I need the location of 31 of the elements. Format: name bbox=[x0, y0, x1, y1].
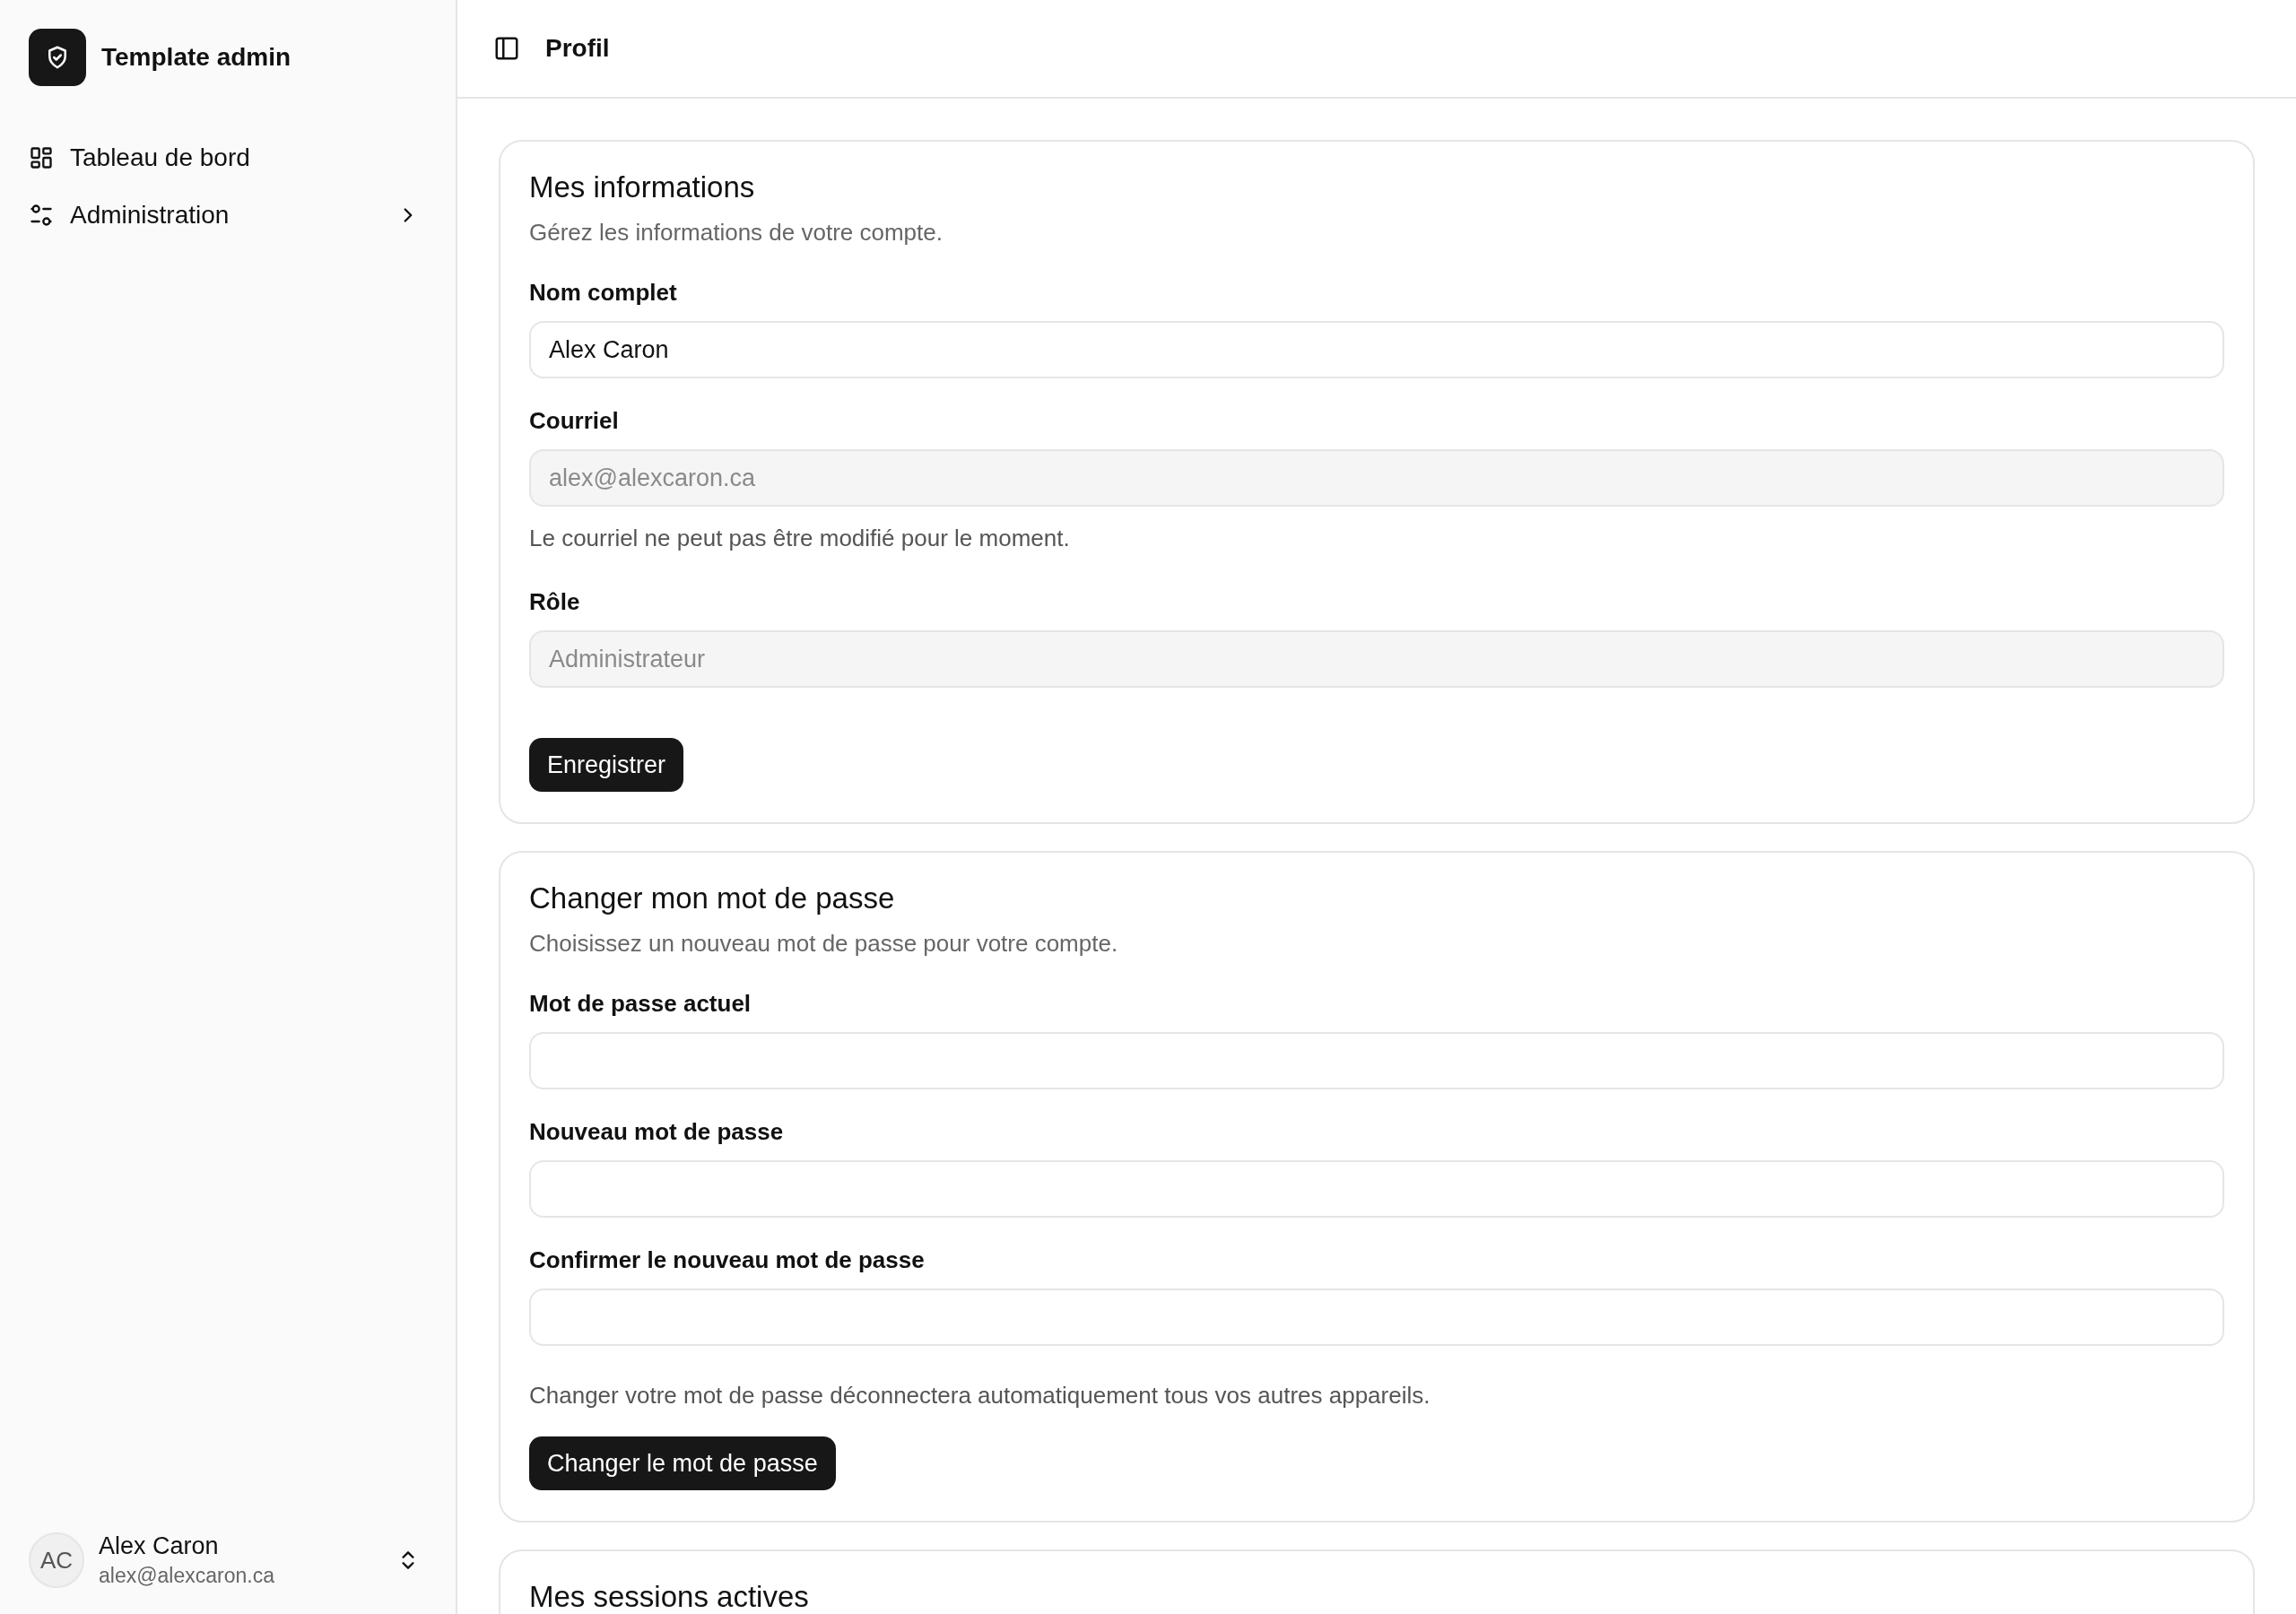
page-title: Profil bbox=[545, 34, 610, 63]
field-label: Nouveau mot de passe bbox=[529, 1118, 785, 1146]
input-field[interactable] bbox=[529, 1160, 2224, 1218]
input-field[interactable] bbox=[529, 1032, 2224, 1089]
field-label: Courriel bbox=[529, 407, 620, 435]
submit-button[interactable]: Changer le mot de passe bbox=[529, 1436, 836, 1490]
submit-button[interactable]: Enregistrer bbox=[529, 738, 684, 792]
shield-check-icon bbox=[29, 29, 86, 86]
help-text: Le courriel ne peut pas être modifié pour le moment. bbox=[529, 525, 1071, 552]
field-label: Rôle bbox=[529, 588, 581, 616]
card-title: Mes sessions actives bbox=[529, 1580, 810, 1614]
card-description: Choisissez un nouveau mot de passe pour votre compte. bbox=[529, 930, 1119, 958]
app-name: Template admin bbox=[101, 43, 291, 72]
input-field[interactable]: Alex Caron bbox=[529, 321, 2224, 378]
field-label: Mot de passe actuel bbox=[529, 990, 752, 1018]
user-email: alex@alexcaron.ca bbox=[99, 1564, 275, 1588]
user-name: Alex Caron bbox=[99, 1532, 220, 1560]
card-title: Mes informations bbox=[529, 170, 756, 204]
sidebar-toggle-icon[interactable] bbox=[493, 35, 520, 62]
field-label: Nom complet bbox=[529, 279, 678, 307]
nav-item[interactable]: Administration bbox=[29, 190, 427, 240]
field-label: Confirmer le nouveau mot de passe bbox=[529, 1246, 926, 1274]
user-menu[interactable]: AC Alex Caron alex@alexcaron.ca bbox=[29, 1523, 427, 1598]
card-description: Gérez les informations de votre compte. bbox=[529, 219, 944, 247]
sliders-icon bbox=[29, 203, 54, 228]
help-text: Changer votre mot de passe déconnectera automatiquement tous vos autres appareils. bbox=[529, 1382, 1431, 1410]
input-field[interactable] bbox=[529, 1289, 2224, 1346]
avatar: AC bbox=[29, 1532, 84, 1588]
nav-item[interactable]: Tableau de bord bbox=[29, 133, 427, 183]
grid-icon bbox=[29, 145, 54, 170]
card-title: Changer mon mot de passe bbox=[529, 881, 896, 915]
